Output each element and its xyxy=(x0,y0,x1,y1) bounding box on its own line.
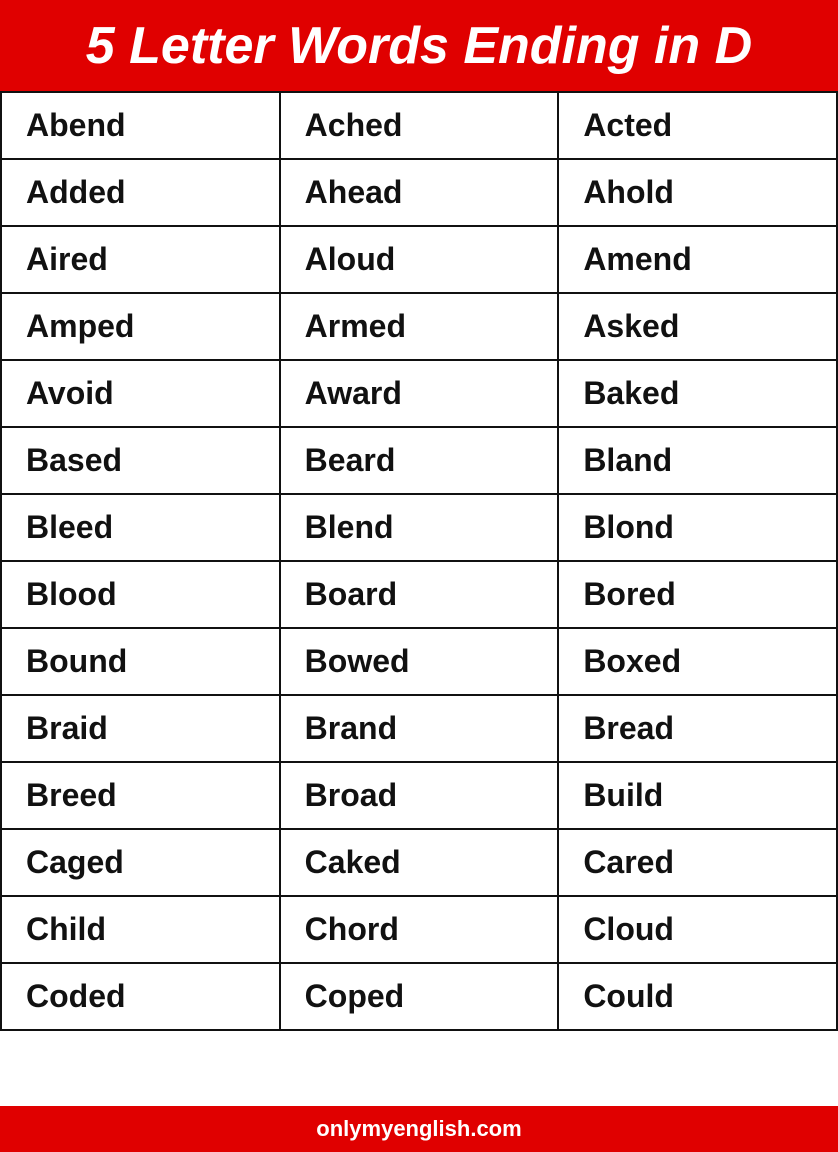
word-cell: Acted xyxy=(558,92,837,159)
table-row: AddedAheadAhold xyxy=(1,159,837,226)
table-row: BreedBroadBuild xyxy=(1,762,837,829)
word-cell: Amend xyxy=(558,226,837,293)
word-cell: Aired xyxy=(1,226,280,293)
word-cell: Build xyxy=(558,762,837,829)
table-row: AmpedArmedAsked xyxy=(1,293,837,360)
word-cell: Abend xyxy=(1,92,280,159)
table-row: AbendAchedActed xyxy=(1,92,837,159)
word-cell: Child xyxy=(1,896,280,963)
table-row: AvoidAwardBaked xyxy=(1,360,837,427)
word-cell: Baked xyxy=(558,360,837,427)
word-cell: Bread xyxy=(558,695,837,762)
word-cell: Based xyxy=(1,427,280,494)
words-table-container: AbendAchedActedAddedAheadAholdAiredAloud… xyxy=(0,91,838,1106)
word-cell: Coped xyxy=(280,963,559,1030)
word-cell: Ahead xyxy=(280,159,559,226)
word-cell: Blond xyxy=(558,494,837,561)
page-title: 5 Letter Words Ending in D xyxy=(20,18,818,75)
word-cell: Bowed xyxy=(280,628,559,695)
word-cell: Brand xyxy=(280,695,559,762)
footer-url: onlymyenglish.com xyxy=(316,1116,521,1141)
table-row: ChildChordCloud xyxy=(1,896,837,963)
word-cell: Chord xyxy=(280,896,559,963)
word-cell: Beard xyxy=(280,427,559,494)
page-header: 5 Letter Words Ending in D xyxy=(0,0,838,91)
table-row: BraidBrandBread xyxy=(1,695,837,762)
word-cell: Broad xyxy=(280,762,559,829)
table-row: CodedCopedCould xyxy=(1,963,837,1030)
word-cell: Avoid xyxy=(1,360,280,427)
table-row: BloodBoardBored xyxy=(1,561,837,628)
word-cell: Ahold xyxy=(558,159,837,226)
words-table: AbendAchedActedAddedAheadAholdAiredAloud… xyxy=(0,91,838,1031)
word-cell: Asked xyxy=(558,293,837,360)
word-cell: Added xyxy=(1,159,280,226)
word-cell: Board xyxy=(280,561,559,628)
table-row: BoundBowedBoxed xyxy=(1,628,837,695)
word-cell: Ached xyxy=(280,92,559,159)
word-cell: Braid xyxy=(1,695,280,762)
word-cell: Blend xyxy=(280,494,559,561)
word-cell: Caked xyxy=(280,829,559,896)
table-row: BleedBlendBlond xyxy=(1,494,837,561)
word-cell: Aloud xyxy=(280,226,559,293)
word-cell: Award xyxy=(280,360,559,427)
word-cell: Boxed xyxy=(558,628,837,695)
word-cell: Coded xyxy=(1,963,280,1030)
word-cell: Bleed xyxy=(1,494,280,561)
table-row: BasedBeardBland xyxy=(1,427,837,494)
word-cell: Bland xyxy=(558,427,837,494)
word-cell: Amped xyxy=(1,293,280,360)
word-cell: Bored xyxy=(558,561,837,628)
word-cell: Could xyxy=(558,963,837,1030)
word-cell: Bound xyxy=(1,628,280,695)
word-cell: Cloud xyxy=(558,896,837,963)
word-cell: Caged xyxy=(1,829,280,896)
table-row: CagedCakedCared xyxy=(1,829,837,896)
word-cell: Cared xyxy=(558,829,837,896)
word-cell: Blood xyxy=(1,561,280,628)
page-footer: onlymyenglish.com xyxy=(0,1106,838,1152)
table-row: AiredAloudAmend xyxy=(1,226,837,293)
word-cell: Armed xyxy=(280,293,559,360)
word-cell: Breed xyxy=(1,762,280,829)
